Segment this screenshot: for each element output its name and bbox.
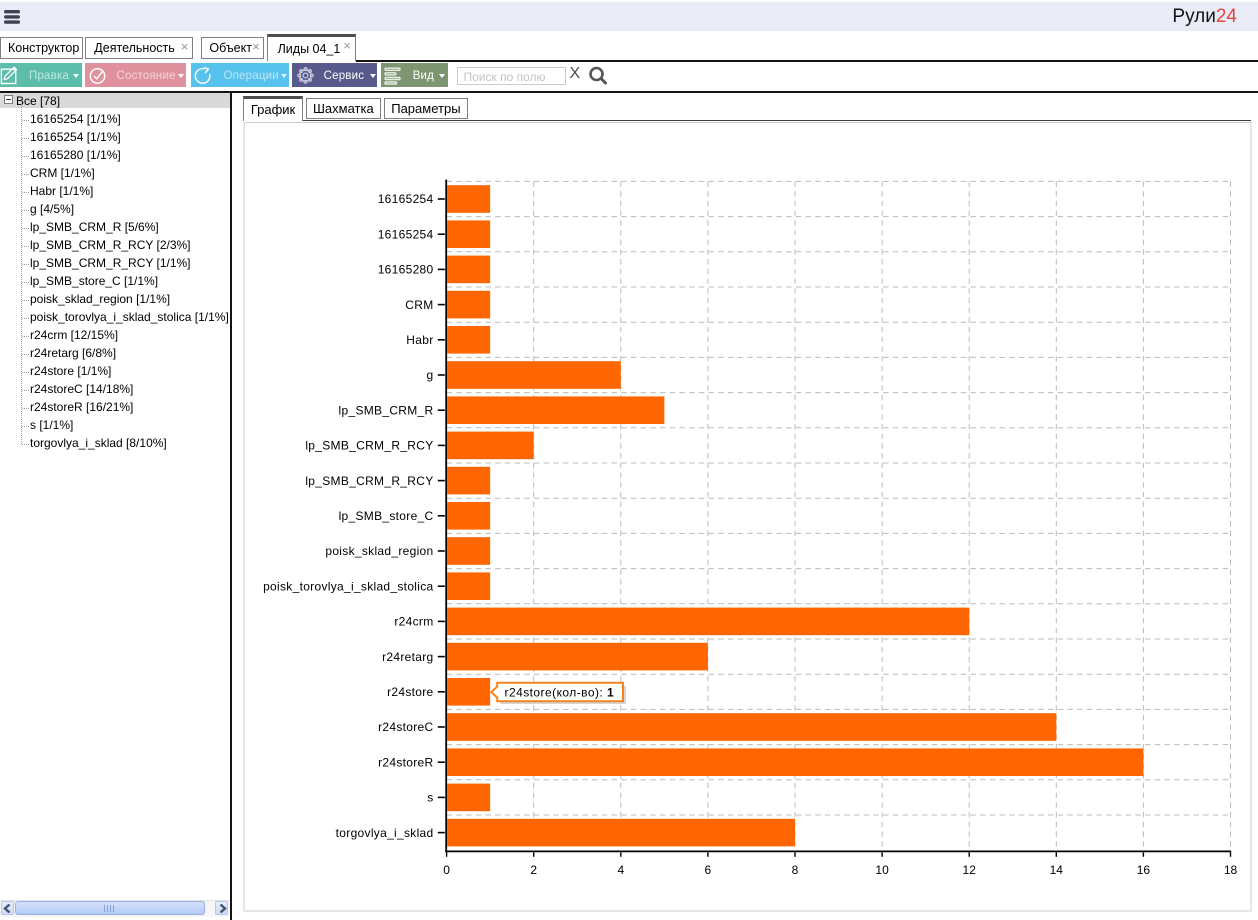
svg-text:lp_SMB_CRM_R_RCY: lp_SMB_CRM_R_RCY: [305, 439, 433, 453]
svg-text:r24storeC: r24storeC: [378, 720, 433, 734]
svg-text:CRM: CRM: [405, 298, 433, 312]
svg-text:poisk_sklad_region: poisk_sklad_region: [325, 544, 433, 558]
svg-text:10: 10: [875, 863, 889, 877]
svg-text:lp_SMB_store_C: lp_SMB_store_C: [339, 509, 434, 523]
svg-text:s: s: [427, 791, 433, 805]
svg-text:16165280: 16165280: [378, 263, 434, 277]
svg-text:r24store: r24store: [387, 685, 433, 699]
svg-text:torgovlya_i_sklad: torgovlya_i_sklad: [336, 826, 434, 840]
svg-text:16: 16: [1137, 863, 1151, 877]
svg-text:Habr: Habr: [406, 333, 433, 347]
svg-text:16165254: 16165254: [378, 227, 434, 241]
svg-text:18: 18: [1224, 863, 1238, 877]
svg-text:2: 2: [530, 863, 537, 877]
svg-text:lp_SMB_CRM_R: lp_SMB_CRM_R: [339, 403, 434, 417]
svg-text:16165254: 16165254: [378, 192, 434, 206]
svg-text:8: 8: [792, 863, 799, 877]
svg-text:r24crm: r24crm: [394, 615, 433, 629]
svg-text:6: 6: [705, 863, 712, 877]
svg-text:lp_SMB_CRM_R_RCY: lp_SMB_CRM_R_RCY: [305, 474, 433, 488]
svg-text:14: 14: [1050, 863, 1064, 877]
svg-text:r24retarg: r24retarg: [382, 650, 433, 664]
svg-text:0: 0: [443, 863, 450, 877]
svg-text:poisk_torovlya_i_sklad_stolica: poisk_torovlya_i_sklad_stolica: [263, 579, 433, 593]
svg-text:r24storeR: r24storeR: [378, 755, 433, 769]
svg-text:4: 4: [617, 863, 624, 877]
svg-text:g: g: [427, 368, 434, 382]
svg-text:12: 12: [963, 863, 977, 877]
svg-text:r24store(кол-во): 1: r24store(кол-во): 1: [505, 686, 615, 700]
